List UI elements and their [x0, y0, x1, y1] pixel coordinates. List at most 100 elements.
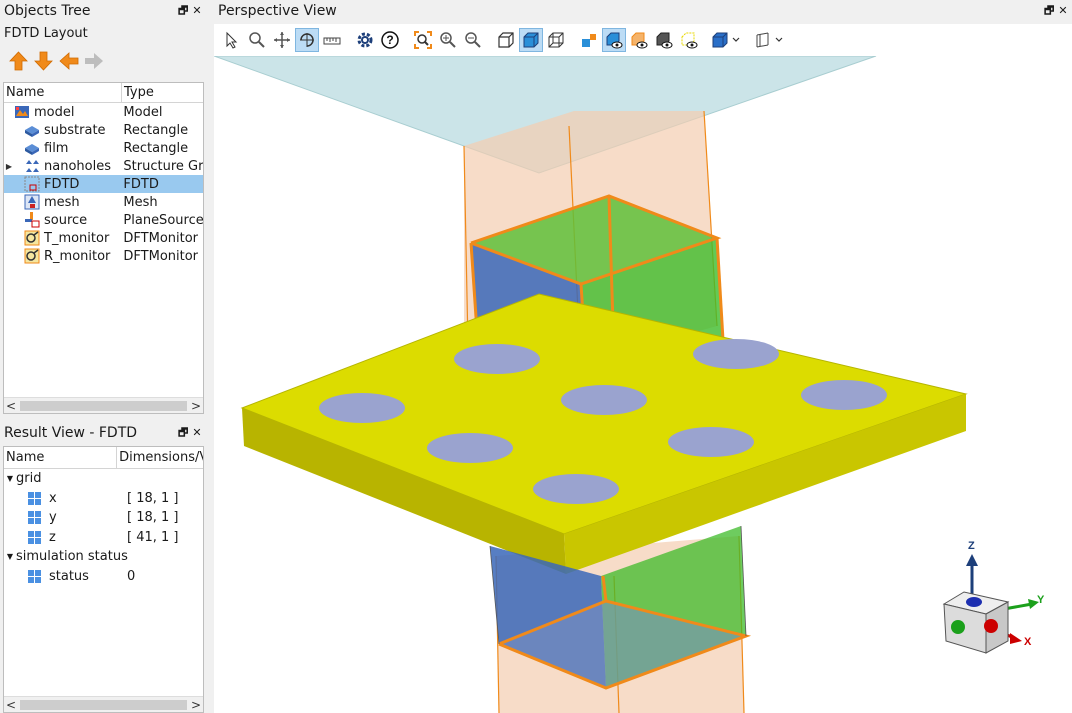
result-view-title: Result View - FDTD: [4, 425, 138, 441]
result-group-grid[interactable]: ▼ grid: [4, 469, 203, 489]
tree-item-type: Rectangle: [123, 140, 189, 156]
tree-row-film[interactable]: film Rectangle: [4, 139, 203, 157]
tree-row-model[interactable]: model Model: [4, 103, 203, 121]
rectangle-icon: [24, 122, 40, 138]
rotate-icon[interactable]: [295, 28, 319, 52]
result-item-label: x: [49, 490, 57, 506]
collapse-arrow-icon[interactable]: ▼: [4, 552, 16, 561]
objects-tree-title-bar: Objects Tree 🗗 ✕: [0, 0, 206, 22]
result-row-y[interactable]: y [ 18, 1 ]: [4, 508, 203, 528]
arrow-down-icon[interactable]: [33, 50, 54, 72]
scroll-right-icon[interactable]: >: [189, 399, 203, 413]
scene-svg[interactable]: Z Y X: [214, 56, 1072, 713]
tree-item-type: Structure Gr...: [123, 158, 203, 174]
nanohole: [319, 393, 405, 423]
dft-monitor-icon: [24, 230, 40, 246]
axis-label-y: Y: [1037, 594, 1045, 606]
dft-monitor-icon: [24, 248, 40, 264]
tree-item-label: mesh: [44, 194, 80, 210]
float-icon[interactable]: 🗗: [178, 4, 188, 18]
layout-dropdown-icon[interactable]: [753, 28, 787, 52]
close-icon[interactable]: ✕: [192, 4, 202, 18]
tree-item-type: PlaneSource: [123, 212, 203, 228]
solid-box-icon[interactable]: [519, 28, 543, 52]
ruler-icon[interactable]: [320, 28, 344, 52]
tree-header-type[interactable]: Type: [122, 83, 154, 102]
grid-icon: [28, 511, 41, 525]
move-arrows-toolbar: [0, 44, 206, 78]
help-icon[interactable]: ?: [378, 28, 402, 52]
result-item-value: [ 18, 1 ]: [127, 490, 179, 506]
tree-row-source[interactable]: source PlaneSource: [4, 211, 203, 229]
layout-label: FDTD Layout: [4, 25, 88, 41]
show-gray-icon[interactable]: [652, 28, 676, 52]
tree-header-name[interactable]: Name: [4, 83, 122, 102]
gear-icon[interactable]: [353, 28, 377, 52]
nanohole: [533, 474, 619, 504]
result-view-hscrollbar[interactable]: < >: [4, 696, 203, 712]
show-orange-icon[interactable]: [627, 28, 651, 52]
tree-item-type: Mesh: [123, 194, 158, 210]
close-icon[interactable]: ✕: [1058, 4, 1068, 18]
result-group-label: grid: [16, 471, 42, 487]
mesh-icon: [24, 194, 40, 210]
scroll-thumb[interactable]: [20, 400, 187, 411]
fdtd-icon: [24, 176, 40, 192]
float-icon[interactable]: 🗗: [178, 426, 188, 440]
tree-row-mesh[interactable]: mesh Mesh: [4, 193, 203, 211]
grid-icon: [28, 491, 41, 505]
3d-viewport[interactable]: Z Y X: [214, 56, 1072, 713]
tree-row-r-monitor[interactable]: R_monitor DFTMonitor: [4, 247, 203, 265]
nanohole: [561, 385, 647, 415]
result-header-name[interactable]: Name: [4, 447, 118, 468]
tree-header: Name Type: [4, 83, 203, 103]
result-group-label: simulation status: [16, 549, 128, 565]
select-cursor-icon[interactable]: [220, 28, 244, 52]
tree-row-t-monitor[interactable]: T_monitor DFTMonitor: [4, 229, 203, 247]
tree-item-type: Rectangle: [123, 122, 189, 138]
zoom-region-icon[interactable]: [245, 28, 269, 52]
structure-group-icon: [24, 158, 40, 174]
scroll-left-icon[interactable]: <: [4, 698, 18, 712]
close-icon[interactable]: ✕: [192, 426, 202, 440]
scroll-right-icon[interactable]: >: [189, 698, 203, 712]
pan-icon[interactable]: [270, 28, 294, 52]
nanohole: [801, 380, 887, 410]
result-header-dimensions[interactable]: Dimensions/V: [117, 447, 203, 468]
result-view-list: Name Dimensions/V ▼ grid x [ 18, 1 ] y […: [3, 446, 204, 713]
show-objects-icon[interactable]: [577, 28, 601, 52]
result-item-value: [ 41, 1 ]: [127, 529, 179, 545]
show-selected-icon[interactable]: [602, 28, 626, 52]
view-cube-dropdown-icon[interactable]: [710, 28, 744, 52]
zoom-out-icon[interactable]: [461, 28, 485, 52]
tree-row-fdtd[interactable]: FDTD FDTD: [4, 175, 203, 193]
result-row-z[interactable]: z [ 41, 1 ]: [4, 528, 203, 548]
float-icon[interactable]: 🗗: [1044, 4, 1054, 18]
nanohole: [693, 339, 779, 369]
show-yellow-icon[interactable]: [677, 28, 701, 52]
scroll-thumb[interactable]: [20, 699, 187, 710]
result-row-x[interactable]: x [ 18, 1 ]: [4, 489, 203, 509]
tree-item-label: nanoholes: [44, 158, 111, 174]
tree-item-type: DFTMonitor: [123, 230, 199, 246]
zoom-in-icon[interactable]: [436, 28, 460, 52]
arrow-up-icon[interactable]: [8, 50, 29, 72]
transparent-box-icon[interactable]: [544, 28, 568, 52]
result-row-status[interactable]: status 0: [4, 567, 203, 587]
collapse-arrow-icon[interactable]: ▼: [4, 474, 16, 483]
tree-item-label: R_monitor: [44, 248, 111, 264]
scroll-left-icon[interactable]: <: [4, 399, 18, 413]
zoom-extent-icon[interactable]: [411, 28, 435, 52]
tree-item-label: T_monitor: [44, 230, 110, 246]
svg-text:?: ?: [386, 33, 393, 47]
plane-source-icon: [24, 212, 40, 228]
result-group-simulation-status[interactable]: ▼ simulation status: [4, 547, 203, 567]
wireframe-box-icon[interactable]: [494, 28, 518, 52]
tree-row-nanoholes[interactable]: ▶ nanoholes Structure Gr...: [4, 157, 203, 175]
tree-row-substrate[interactable]: substrate Rectangle: [4, 121, 203, 139]
arrow-left-icon[interactable]: [58, 50, 79, 72]
dock-splitter[interactable]: [206, 0, 214, 713]
expand-arrow-icon[interactable]: ▶: [4, 162, 14, 171]
tree-item-type: DFTMonitor: [123, 248, 199, 264]
objects-tree-hscrollbar[interactable]: < >: [4, 397, 203, 413]
